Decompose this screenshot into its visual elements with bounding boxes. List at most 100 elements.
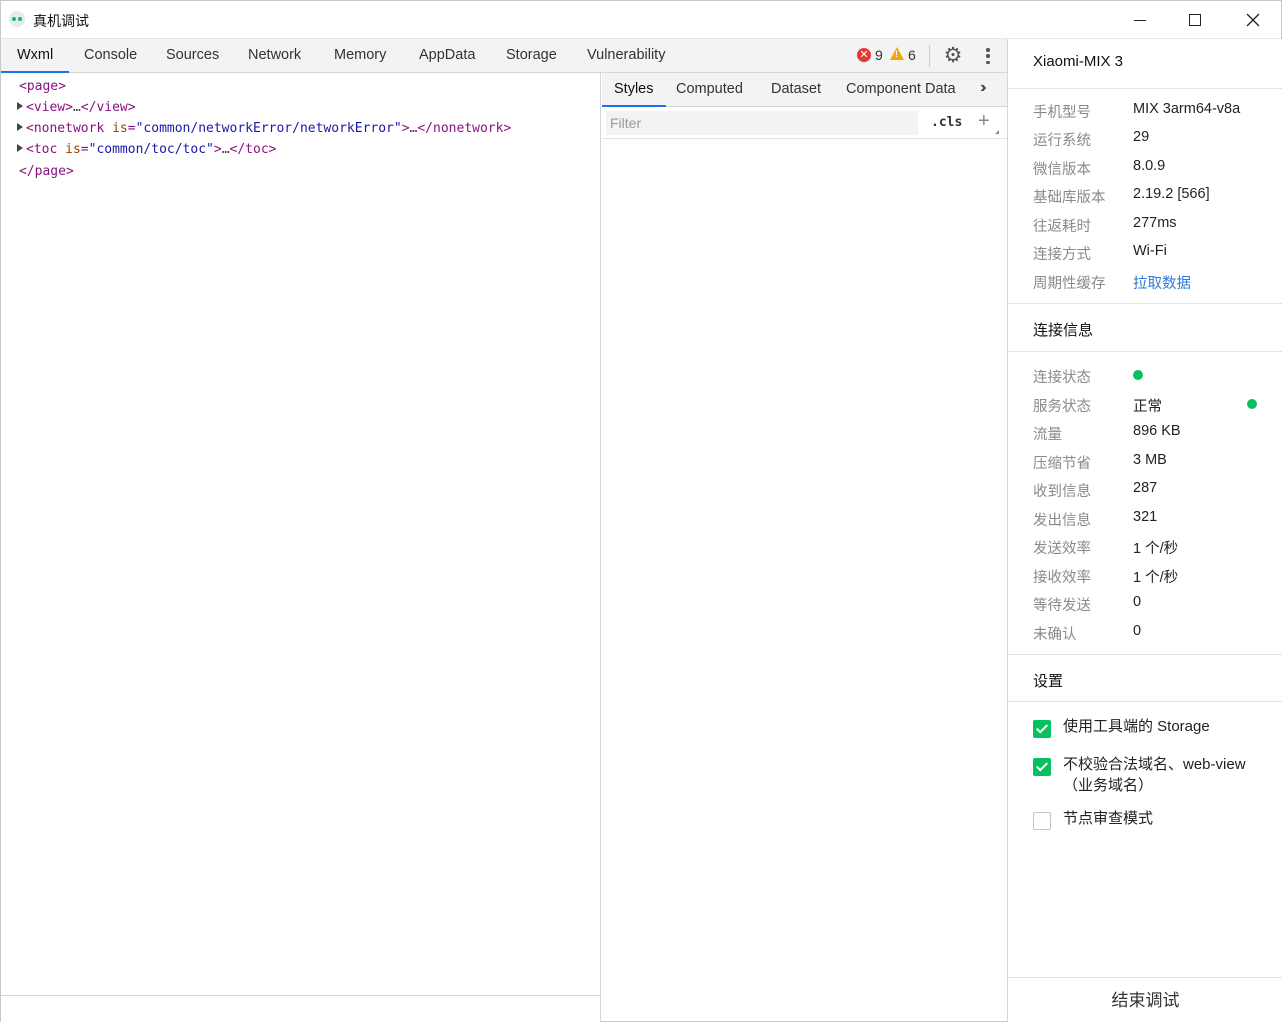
title-bar: 真机调试 xyxy=(1,1,1281,39)
conn-label: 连接状态 xyxy=(1033,370,1091,386)
connection-status-dot-icon xyxy=(1133,370,1143,380)
conn-value: 321 xyxy=(1133,509,1158,525)
error-count[interactable]: 9 xyxy=(875,47,883,63)
info-label: 往返耗时 xyxy=(1033,219,1091,235)
node-inspect-label[interactable]: 节点审查模式 xyxy=(1063,808,1263,829)
tag-text: <nonetwork xyxy=(26,121,105,136)
conn-label: 收到信息 xyxy=(1033,484,1091,500)
info-label: 基础库版本 xyxy=(1033,190,1106,206)
cls-button[interactable]: .cls xyxy=(931,115,962,130)
settings-gear-icon[interactable]: ⚙ xyxy=(942,45,964,67)
node-inspect-checkbox[interactable] xyxy=(1033,812,1051,830)
window-title: 真机调试 xyxy=(33,13,89,29)
error-icon[interactable]: ✕ xyxy=(857,48,871,62)
maximize-button[interactable] xyxy=(1172,1,1218,39)
expand-triangle-icon[interactable] xyxy=(17,102,23,110)
conn-value: 1 个/秒 xyxy=(1133,570,1179,586)
close-icon xyxy=(1246,13,1260,27)
tab-component-data[interactable]: Component Data xyxy=(846,73,956,106)
skip-domain-check-checkbox[interactable] xyxy=(1033,758,1051,776)
info-label: 连接方式 xyxy=(1033,247,1091,263)
attr-name: is xyxy=(112,121,128,136)
more-tabs-chevron-icon[interactable]: ›› xyxy=(980,79,986,97)
info-label: 微信版本 xyxy=(1033,162,1091,178)
tag-text: </toc> xyxy=(229,142,277,157)
wxml-node-nonetwork[interactable]: <nonetwork is="common/networkError/netwo… xyxy=(17,120,511,138)
warning-count[interactable]: 6 xyxy=(908,47,916,63)
attr-name: is xyxy=(65,142,81,157)
tab-memory[interactable]: Memory xyxy=(332,39,388,72)
styles-pane: Styles Computed Dataset Component Data ›… xyxy=(602,73,1007,1022)
tab-sources[interactable]: Sources xyxy=(164,39,221,72)
divider xyxy=(1008,303,1282,304)
tag-text: > xyxy=(213,142,222,157)
tab-wxml[interactable]: Wxml xyxy=(0,39,70,73)
device-info-panel: Xiaomi-MIX 3 手机型号 MIX 3arm64-v8a 运行系统 29… xyxy=(1007,39,1282,1022)
conn-label: 服务状态 xyxy=(1033,399,1091,415)
fetch-data-link[interactable]: 拉取数据 xyxy=(1133,272,1191,293)
info-label: 运行系统 xyxy=(1033,133,1091,149)
expand-triangle-icon[interactable] xyxy=(17,123,23,131)
connection-section-title: 连接信息 xyxy=(1033,322,1094,339)
wxml-node-view[interactable]: <view>…</view> xyxy=(17,99,136,117)
device-name: Xiaomi-MIX 3 xyxy=(1033,53,1124,70)
tab-styles[interactable]: Styles xyxy=(602,73,665,107)
tag-text: </view> xyxy=(80,100,136,115)
ellipsis-text: … xyxy=(221,142,230,157)
breadcrumb-bar xyxy=(1,995,600,1022)
ellipsis-text: … xyxy=(72,100,81,115)
info-value: 277ms xyxy=(1133,215,1177,231)
conn-value: 3 MB xyxy=(1133,452,1167,468)
service-status-dot-icon xyxy=(1247,399,1257,409)
settings-section-title: 设置 xyxy=(1033,673,1064,690)
tab-console[interactable]: Console xyxy=(82,39,139,72)
conn-label: 接收效率 xyxy=(1033,570,1091,586)
filter-toolbar: .cls + xyxy=(602,107,1007,139)
wxml-node-toc[interactable]: <toc is="common/toc/toc">…</toc> xyxy=(17,141,277,159)
conn-value: 正常 xyxy=(1133,399,1162,415)
tab-dataset[interactable]: Dataset xyxy=(771,73,821,106)
tab-appdata[interactable]: AppData xyxy=(417,39,477,72)
toolbar-divider xyxy=(929,45,930,67)
conn-label: 未确认 xyxy=(1033,627,1077,643)
end-debug-button[interactable]: 结束调试 xyxy=(1008,977,1282,1022)
close-button[interactable] xyxy=(1230,1,1276,39)
tag-text: </page> xyxy=(19,164,74,179)
tab-computed[interactable]: Computed xyxy=(676,73,743,106)
info-value: Wi-Fi xyxy=(1133,243,1167,259)
warning-icon[interactable]: ! xyxy=(890,47,904,60)
tab-storage[interactable]: Storage xyxy=(504,39,559,72)
styles-tab-bar: Styles Computed Dataset Component Data ›… xyxy=(602,73,1007,107)
tag-text: > xyxy=(401,121,410,136)
conn-value: 896 KB xyxy=(1133,423,1181,439)
add-rule-plus-icon[interactable]: + xyxy=(978,110,999,134)
tab-network[interactable]: Network xyxy=(246,39,303,72)
minimize-icon xyxy=(1134,19,1146,21)
info-label: 手机型号 xyxy=(1033,105,1091,121)
devtools-area: Wxml Console Sources Network Memory AppD… xyxy=(0,39,1007,1022)
divider xyxy=(1008,88,1282,89)
conn-value: 0 xyxy=(1133,594,1142,610)
conn-value: 0 xyxy=(1133,623,1142,639)
tag-text: <toc xyxy=(26,142,58,157)
wxml-tree-pane: <page> <view>…</view> <nonetwork is="com… xyxy=(1,73,601,1022)
info-value: 29 xyxy=(1133,129,1150,145)
expand-triangle-icon[interactable] xyxy=(17,144,23,152)
wechat-devtools-logo-icon xyxy=(9,11,25,27)
wxml-node-page-close[interactable]: </page> xyxy=(19,163,74,181)
skip-domain-check-label[interactable]: 不校验合法域名、web-view（业务域名） xyxy=(1063,754,1263,796)
tab-vulnerability[interactable]: Vulnerability xyxy=(585,39,667,72)
conn-label: 等待发送 xyxy=(1033,598,1091,614)
more-options-icon[interactable] xyxy=(981,45,995,67)
tag-text: <page> xyxy=(19,79,66,94)
use-tool-storage-checkbox[interactable] xyxy=(1033,720,1051,738)
divider xyxy=(1008,654,1282,655)
conn-label: 发送效率 xyxy=(1033,541,1091,557)
devtools-window: 真机调试 Wxml Console Sources Network Memory… xyxy=(0,0,1282,1022)
minimize-button[interactable] xyxy=(1117,1,1163,39)
info-value: MIX 3arm64-v8a xyxy=(1133,101,1241,117)
filter-input[interactable] xyxy=(606,111,918,135)
conn-value: 287 xyxy=(1133,480,1158,496)
use-tool-storage-label[interactable]: 使用工具端的 Storage xyxy=(1063,716,1263,737)
wxml-node-page-open[interactable]: <page> xyxy=(19,78,66,96)
